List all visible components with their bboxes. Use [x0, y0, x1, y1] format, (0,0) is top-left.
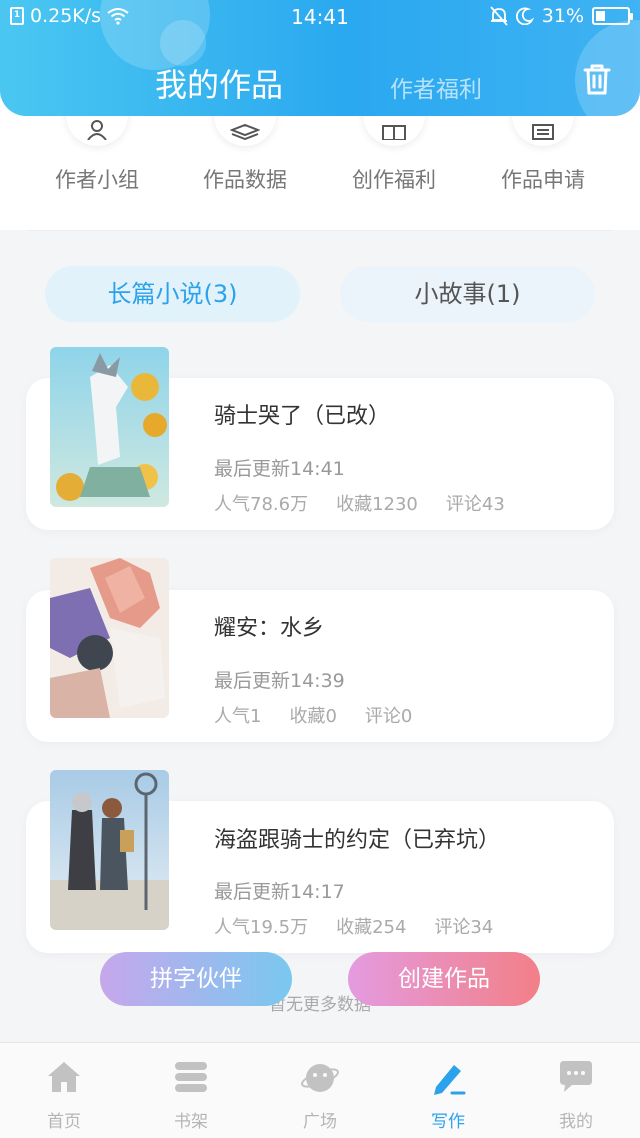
quick-action-label: 创作福利 [352, 168, 436, 192]
work-favorites: 收藏1230 [336, 494, 418, 515]
create-work-button[interactable]: 创建作品 [348, 952, 540, 1006]
work-cover[interactable] [50, 558, 169, 718]
tab-author-benefits[interactable]: 作者福利 [390, 70, 482, 104]
work-cover[interactable] [50, 770, 169, 930]
nav-square[interactable]: 广场 [275, 1057, 365, 1132]
quick-action-label: 作者小组 [55, 168, 139, 192]
pen-icon [434, 1065, 466, 1095]
app-header: 1 0.25K/s 14:41 31% 我的作品 作者福利 [0, 0, 640, 116]
chat-bubble-icon [560, 1061, 592, 1092]
quick-action-label: 作品数据 [203, 168, 287, 192]
battery-icon [592, 7, 633, 25]
no-more-data-text: 暂无更多数据 [269, 995, 371, 1015]
work-comments: 评论0 [364, 706, 413, 727]
work-popularity: 人气78.6万 [214, 494, 309, 515]
battery-percent: 31% [541, 5, 584, 27]
planet-icon [301, 1064, 339, 1092]
nav-label: 书架 [174, 1112, 208, 1132]
writing-partner-button[interactable]: 拼字伙伴 [100, 952, 292, 1006]
work-comments: 评论43 [445, 494, 505, 515]
tab-short-stories[interactable]: 小故事(1) [340, 266, 595, 322]
work-favorites: 收藏0 [289, 706, 337, 727]
work-title: 耀安：水乡 [214, 616, 325, 641]
status-bar: 1 0.25K/s 14:41 31% [0, 0, 640, 34]
work-stats: 人气78.6万 收藏1230 评论43 [214, 490, 533, 516]
quick-actions: 作者小组 作品数据 创作福利 作品申请 [0, 84, 640, 230]
nav-home[interactable]: 首页 [19, 1057, 109, 1132]
trash-icon[interactable] [578, 60, 616, 98]
work-updated: 最后更新14:39 [214, 670, 345, 692]
nav-profile[interactable]: 我的 [531, 1057, 621, 1132]
work-popularity: 人气1 [214, 706, 262, 727]
bottom-nav: 首页 书架 广场 写作 我的 [0, 1042, 640, 1138]
divider [28, 230, 612, 231]
nav-label: 广场 [303, 1112, 337, 1132]
nav-label: 首页 [47, 1112, 81, 1132]
nav-label: 写作 [431, 1112, 465, 1132]
work-updated: 最后更新14:17 [214, 881, 345, 903]
work-comments: 评论34 [434, 917, 494, 938]
work-title: 海盗跟骑士的约定（已弃坑） [214, 828, 501, 853]
nav-writing[interactable]: 写作 [403, 1057, 493, 1132]
moon-icon [515, 7, 534, 25]
page-title[interactable]: 我的作品 [155, 60, 283, 106]
work-title: 骑士哭了（已改） [214, 404, 391, 429]
work-popularity: 人气19.5万 [214, 917, 309, 938]
mute-bell-icon [490, 6, 508, 26]
work-favorites: 收藏254 [336, 917, 407, 938]
work-updated: 最后更新14:41 [214, 458, 345, 480]
work-cover[interactable] [50, 347, 169, 507]
home-icon [48, 1062, 80, 1092]
tab-novels[interactable]: 长篇小说(3) [45, 266, 300, 322]
quick-action-label: 作品申请 [501, 168, 585, 192]
work-stats: 人气19.5万 收藏254 评论34 [214, 913, 521, 939]
work-stats: 人气1 收藏0 评论0 [214, 702, 440, 728]
nav-bookshelf[interactable]: 书架 [146, 1057, 236, 1132]
nav-label: 我的 [559, 1112, 593, 1132]
bookshelf-icon [175, 1062, 207, 1092]
